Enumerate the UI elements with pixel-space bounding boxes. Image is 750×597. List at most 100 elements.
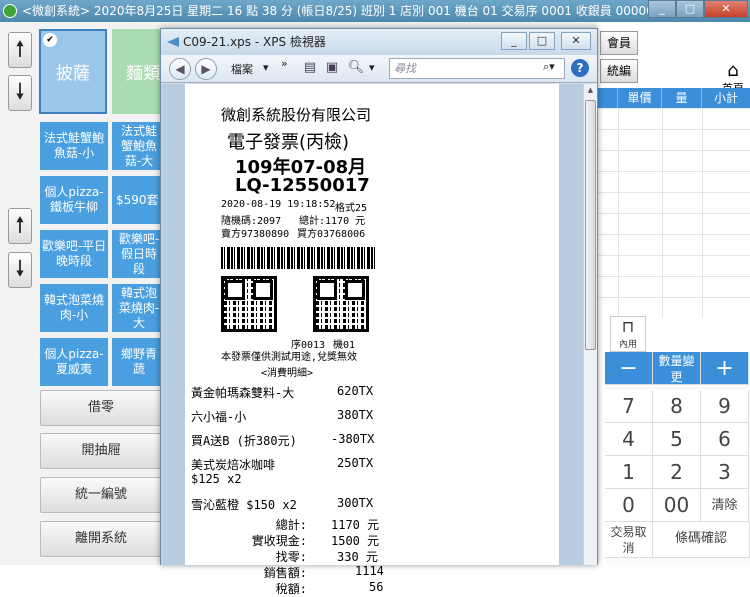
menu-item[interactable]: $590套 <box>112 176 162 224</box>
forward-icon[interactable]: ▶ <box>195 58 217 80</box>
summary-label: 稅額: <box>275 582 307 596</box>
dine-in-button[interactable]: ⊓ 內用 <box>610 316 646 352</box>
xps-maximize-button[interactable]: □ <box>529 32 555 50</box>
document-area[interactable]: 微創系統股份有限公司 電子發票(丙檢) 109年07-08月 LQ-125500… <box>161 84 583 596</box>
open-drawer-button[interactable]: 開抽屜 <box>40 433 162 469</box>
category-scroll-down-button[interactable]: 🠗 <box>8 75 32 111</box>
xps-window-title: C09-21.xps - XPS 檢視器 <box>183 35 326 49</box>
order-table-header: 單價 量 小計 <box>598 88 750 108</box>
key-0[interactable]: 0 <box>605 489 653 522</box>
minimize-button[interactable]: _ <box>648 0 676 18</box>
xps-close-button[interactable]: ✕ <box>561 32 591 50</box>
key-5[interactable]: 5 <box>653 423 701 456</box>
key-3[interactable]: 3 <box>701 456 749 489</box>
xps-minimize-button[interactable]: _ <box>501 32 527 50</box>
dine-in-label: 內用 <box>618 340 637 350</box>
maximize-button[interactable]: □ <box>676 0 704 18</box>
vertical-scrollbar[interactable]: ▲ <box>583 84 597 565</box>
keypad: − 數量變更 + 7 8 9 4 5 6 1 2 3 0 00 清除 交易取消 … <box>605 352 750 565</box>
key-6[interactable]: 6 <box>701 423 749 456</box>
category-scroll-up-button[interactable]: 🠕 <box>8 32 32 68</box>
key-1[interactable]: 1 <box>605 456 653 489</box>
summary-value: 1500 元 <box>331 534 380 548</box>
col-subtotal: 小計 <box>713 91 738 105</box>
borrow-change-button[interactable]: 借零 <box>40 390 162 426</box>
line-item-name: 美式炭焙冰咖啡 <box>191 458 276 472</box>
summary-value: 56 <box>369 580 384 594</box>
menu-item[interactable]: 鄉野青蔬 <box>112 338 162 386</box>
summary-value: 330 元 <box>337 550 378 564</box>
line-item-name: 雪沁藍橙 $150 x2 <box>191 498 297 512</box>
key-2[interactable]: 2 <box>653 456 701 489</box>
barcode-confirm-button[interactable]: 條碼確認 <box>653 522 750 558</box>
exit-system-button[interactable]: 離開系統 <box>40 521 162 557</box>
barcode-image <box>221 247 377 269</box>
more-menu-icon[interactable]: » <box>281 57 288 70</box>
key-4[interactable]: 4 <box>605 423 653 456</box>
line-item-amount: 620TX <box>337 384 374 398</box>
scroll-up-arrow-icon[interactable]: ▲ <box>585 86 596 98</box>
menu-item[interactable]: 歡樂吧-平日晚時段 <box>40 230 108 278</box>
summary-label: 找零: <box>275 550 307 564</box>
xps-toolbar: ◀ ▶ 檔案 ▾ » ▤ ▣ 🔍︎ ▾ 尋找 ⌕▾ ? <box>161 55 597 83</box>
search-input[interactable]: 尋找 <box>389 58 565 79</box>
category-noodles[interactable]: 麵類 <box>112 29 162 114</box>
member-button[interactable]: 會員 <box>600 31 638 55</box>
taxid-short-button[interactable]: 統編 <box>600 59 638 83</box>
menu-item[interactable]: 韓式泡菜燒肉-大 <box>112 284 162 332</box>
items-scroll-up-button[interactable]: 🠕 <box>8 208 32 244</box>
menu-item[interactable]: 法式鮭蟹鮑魚菇-大 <box>112 122 162 170</box>
test-notice: 本發票僅供測試用途,兌獎無效 <box>221 352 358 363</box>
category-pizza[interactable]: ✔ 披薩 <box>39 29 107 114</box>
xps-title-bar: C09-21.xps - XPS 檢視器 _ □ ✕ <box>161 29 597 55</box>
close-button[interactable]: ✕ <box>704 0 748 18</box>
check-icon: ✔ <box>43 33 57 47</box>
menu-item[interactable]: 個人pizza-鐵板牛柳 <box>40 176 108 224</box>
key-7[interactable]: 7 <box>605 390 653 423</box>
scroll-thumb[interactable] <box>585 100 596 350</box>
tax-id-button[interactable]: 統一編號 <box>40 477 162 513</box>
table-icon: ⊓ <box>621 317 635 336</box>
key-9[interactable]: 9 <box>701 390 749 423</box>
help-icon[interactable]: ? <box>571 59 589 77</box>
minus-button[interactable]: − <box>605 352 653 385</box>
menu-item[interactable]: 韓式泡菜燒肉-小 <box>40 284 108 332</box>
print-icon[interactable]: ▣ <box>323 60 341 76</box>
menu-item[interactable]: 歡樂吧-假日時段 <box>112 230 162 278</box>
zoom-icon[interactable]: 🔍︎ <box>347 60 365 76</box>
detail-header: <消費明細> <box>261 368 314 379</box>
line-item-name: 買A送B (折380元) <box>191 434 297 448</box>
file-menu[interactable]: 檔案 <box>231 61 253 77</box>
menu-item[interactable]: 個人pizza-夏威夷 <box>40 338 108 386</box>
items-scroll-down-button[interactable]: 🠗 <box>8 252 32 288</box>
back-icon[interactable]: ◀ <box>169 58 191 80</box>
cancel-transaction-button[interactable]: 交易取消 <box>605 522 653 558</box>
page-icon[interactable]: ▤ <box>301 60 319 76</box>
menu-item[interactable]: 法式鮭蟹鮑魚菇-小 <box>40 122 108 170</box>
window-title: <微創系統> 2020年8月25日 星期二 16 點 38 分 (帳日8/25)… <box>22 4 662 18</box>
key-8[interactable]: 8 <box>653 390 701 423</box>
clear-button[interactable]: 清除 <box>701 489 749 522</box>
summary-value: 1114 <box>355 564 384 578</box>
line-item-amount: 250TX <box>337 456 374 470</box>
category-label: 披薩 <box>56 64 90 84</box>
plus-button[interactable]: + <box>701 352 749 385</box>
doc-title: 電子發票(丙檢) <box>227 132 350 153</box>
line-item-amount: 300TX <box>337 496 374 510</box>
invoice-datetime: 2020-08-19 19:18:52 <box>221 199 336 210</box>
company-name: 微創系統股份有限公司 <box>221 106 372 124</box>
search-icon[interactable]: ⌕▾ <box>543 60 555 74</box>
receipt-page: 微創系統股份有限公司 電子發票(丙檢) 109年07-08月 LQ-125500… <box>185 84 559 596</box>
dropdown-arrow-icon[interactable]: ▾ <box>263 61 269 74</box>
qr-code-right <box>313 276 369 332</box>
title-bar: <微創系統> 2020年8月25日 星期二 16 點 38 分 (帳日8/25)… <box>0 0 750 22</box>
qty-change-button[interactable]: 數量變更 <box>653 352 701 385</box>
order-table-body[interactable] <box>598 108 750 318</box>
line-item-amount: -380TX <box>331 432 375 446</box>
buyer-id: 買方03768006 <box>297 229 366 240</box>
xps-icon <box>167 37 179 47</box>
zoom-dropdown-icon[interactable]: ▾ <box>369 61 375 74</box>
key-00[interactable]: 00 <box>653 489 701 522</box>
summary-label: 總計: <box>275 518 307 532</box>
line-item-amount: 380TX <box>337 408 374 422</box>
